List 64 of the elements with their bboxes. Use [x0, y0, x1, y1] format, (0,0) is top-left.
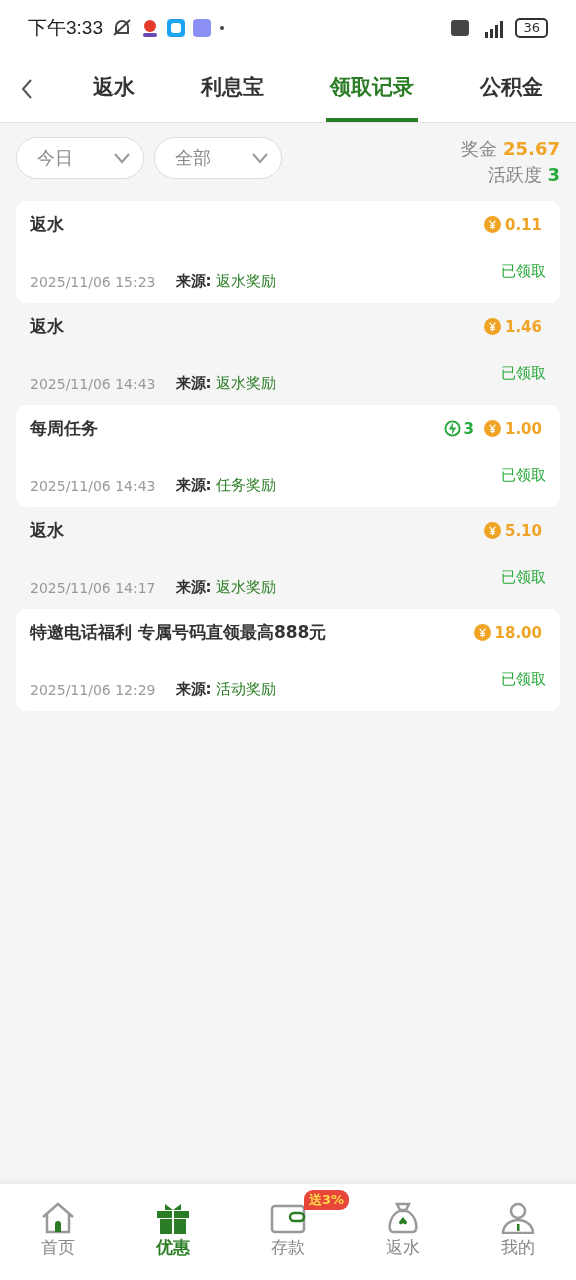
nav-item[interactable]: 我的: [478, 1202, 559, 1259]
promo-badge: 送3%: [303, 1190, 350, 1210]
nav-item[interactable]: 返水: [363, 1202, 444, 1259]
app-icon: [167, 19, 185, 37]
record-time: 2025/11/06 14:43: [30, 477, 156, 494]
nav-item[interactable]: 首页: [17, 1202, 98, 1259]
status-text: 已领取: [501, 262, 546, 281]
reward-amount: 1.00: [505, 419, 542, 438]
coin-icon: [484, 522, 501, 539]
source-value: 返水奖励: [215, 272, 276, 291]
activity-points: 3: [463, 419, 474, 438]
record-title: 返水: [30, 519, 64, 542]
dot-icon: [219, 25, 225, 31]
source-value: 返水奖励: [215, 578, 276, 597]
status-text: 已领取: [501, 466, 546, 485]
muted-bell-icon: [111, 18, 133, 38]
reward-amount: 18.00: [494, 623, 542, 642]
gift-icon: [154, 1202, 191, 1234]
source-label: 来源:: [175, 272, 212, 291]
bonus-value: 25.67: [503, 138, 560, 159]
record-time: 2025/11/06 15:23: [30, 273, 156, 290]
source-value: 任务奖励: [215, 476, 276, 495]
app-icon: [141, 19, 159, 37]
record-title: 返水: [30, 213, 64, 236]
tab[interactable]: 公积金: [476, 56, 547, 122]
reward-amount: 1.46: [505, 317, 542, 336]
reward-amount: 5.10: [505, 521, 542, 540]
record-time: 2025/11/06 14:43: [30, 375, 156, 392]
record-time: 2025/11/06 14:17: [30, 579, 156, 596]
filter-dropdown[interactable]: 今日: [16, 137, 144, 179]
coin-icon: [484, 318, 501, 335]
status-text: 已领取: [501, 670, 546, 689]
source-label: 来源:: [175, 476, 212, 495]
wallet-icon: [269, 1202, 306, 1234]
chevron-down-icon: [251, 152, 269, 164]
tab[interactable]: 返水: [89, 56, 139, 122]
filter-dropdown[interactable]: 全部: [154, 137, 282, 179]
tab[interactable]: 利息宝: [197, 56, 268, 122]
activity-value: 3: [547, 164, 560, 185]
coin-icon: [484, 216, 501, 233]
status-time: 下午3:33: [28, 16, 103, 40]
status-text: 已领取: [501, 568, 546, 587]
lightning-icon: [443, 420, 461, 437]
coin-icon: [473, 624, 491, 641]
source-label: 来源:: [175, 680, 212, 699]
record-title: 返水: [30, 315, 64, 338]
source-label: 来源:: [175, 374, 212, 393]
source-value: 活动奖励: [215, 680, 276, 699]
app-icon: [193, 19, 211, 37]
bonus-label: 奖金: [461, 138, 498, 159]
tab[interactable]: 领取记录: [326, 56, 418, 122]
source-label: 来源:: [175, 578, 212, 597]
record-title: 每周任务: [30, 417, 98, 440]
activity-label: 活跃度: [487, 164, 542, 185]
source-value: 返水奖励: [215, 374, 276, 393]
coin-icon: [484, 420, 501, 437]
record-title: 特邀电话福利 专属号码直领最高888元: [30, 621, 327, 644]
record-time: 2025/11/06 12:29: [30, 681, 156, 698]
reward-amount: 0.11: [505, 215, 542, 234]
user-icon: [500, 1202, 537, 1234]
chevron-down-icon: [113, 152, 131, 164]
battery-icon: 36: [515, 18, 548, 38]
status-text: 已领取: [501, 364, 546, 383]
nav-item[interactable]: 优惠: [132, 1202, 213, 1259]
